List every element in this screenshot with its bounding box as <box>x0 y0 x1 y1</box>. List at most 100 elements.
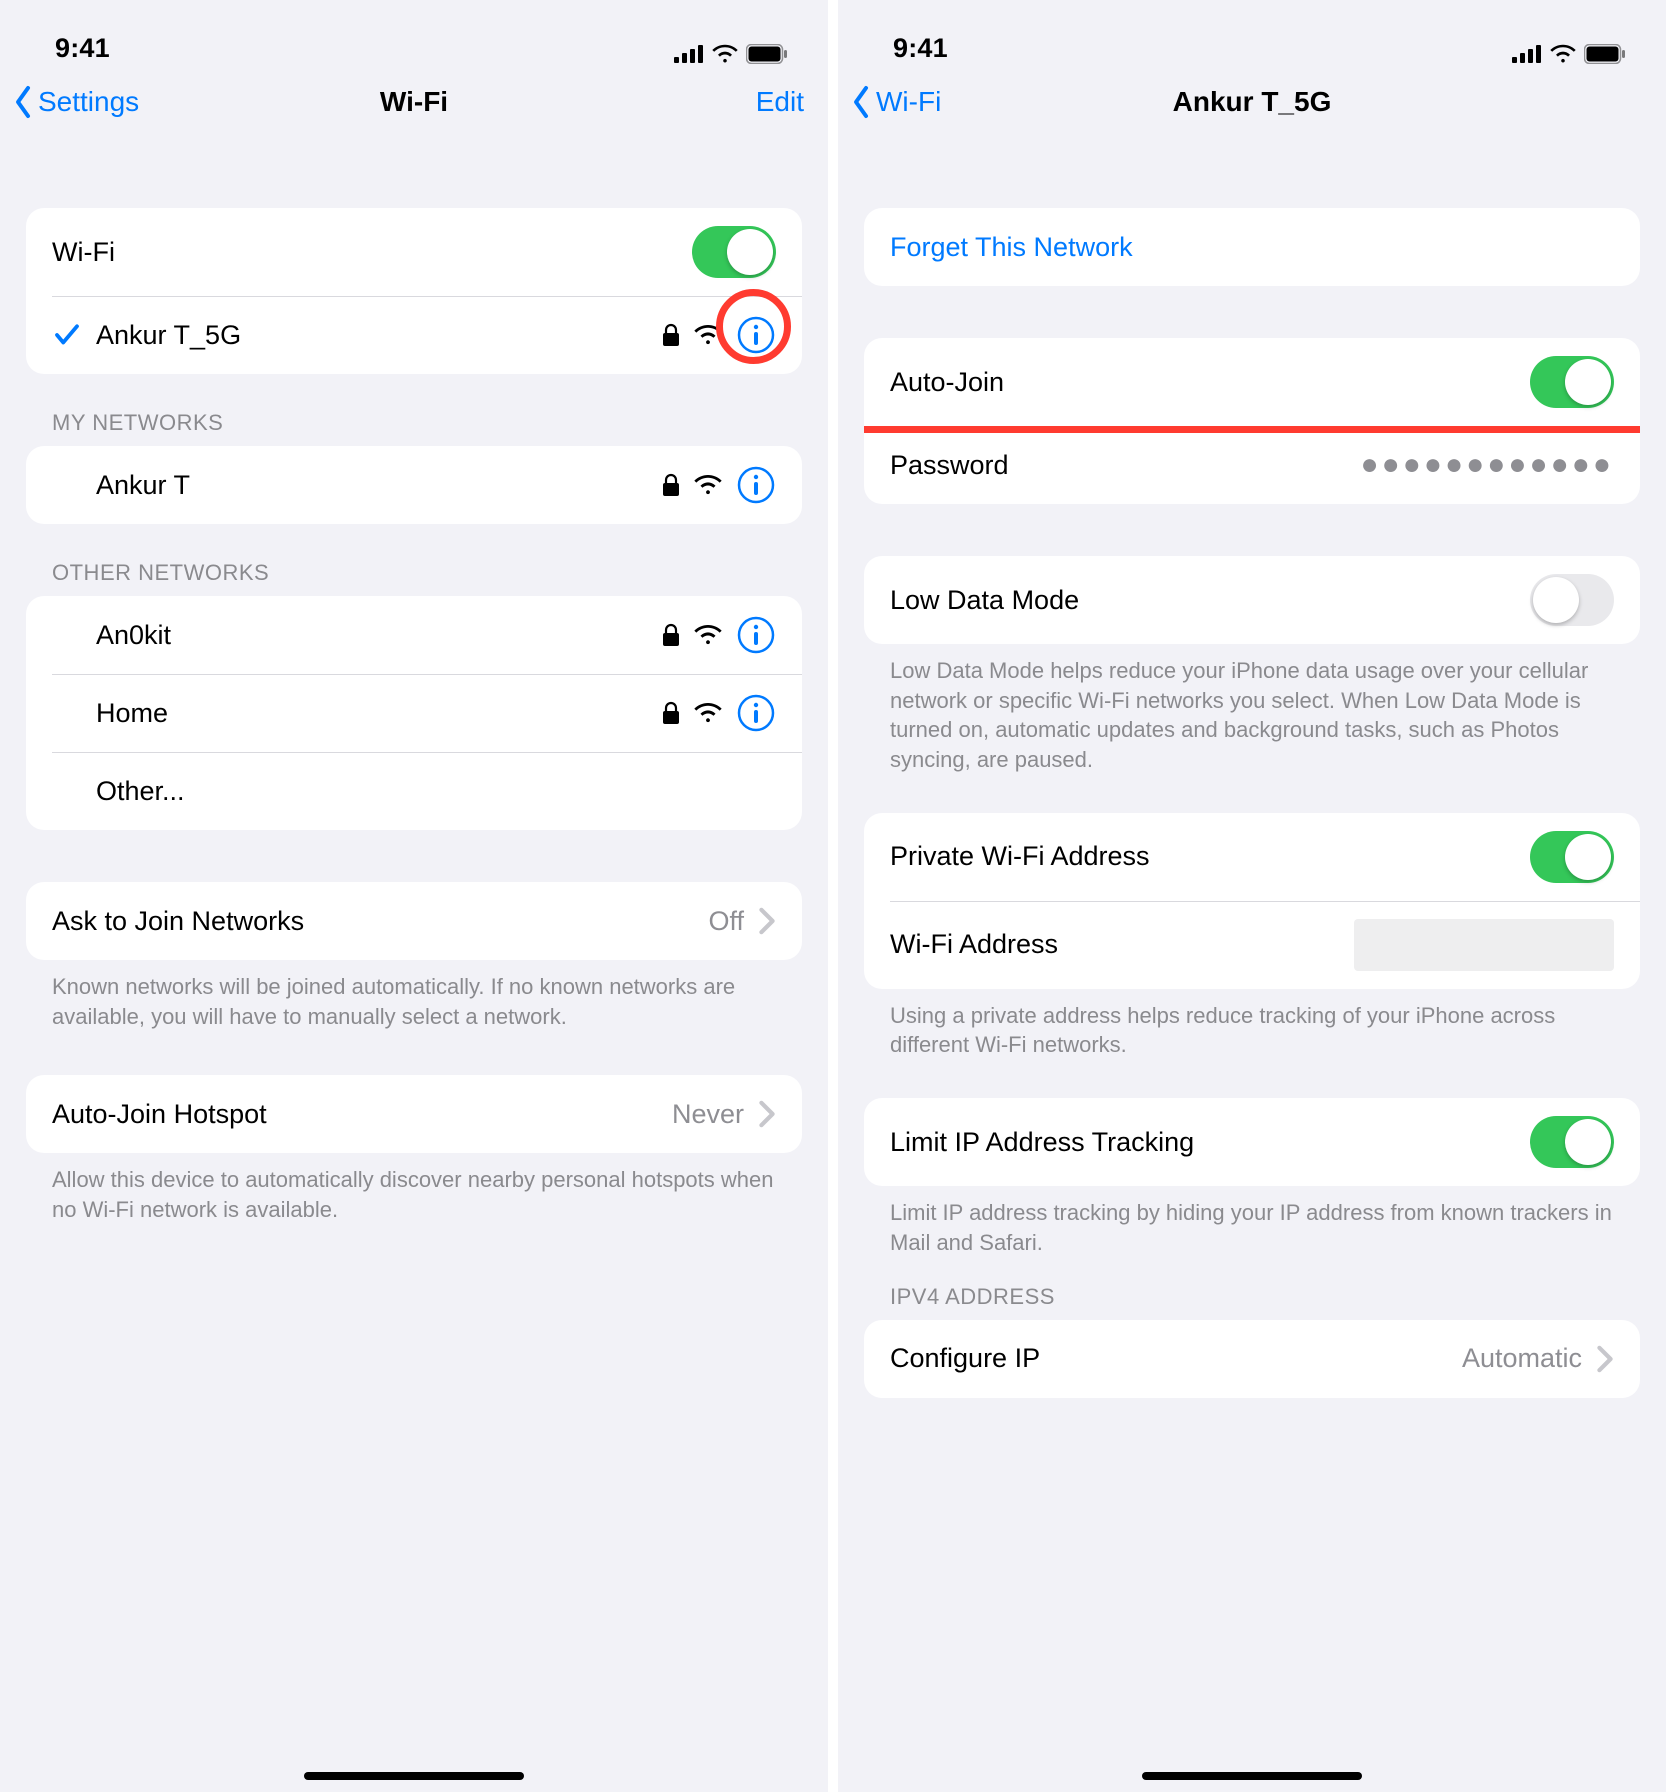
back-label: Settings <box>38 86 139 118</box>
wifi-signal-icon <box>694 324 722 346</box>
password-value: ●●●●●●●●●●●● <box>1361 448 1614 482</box>
wifi-address-value-hidden <box>1354 919 1614 971</box>
ask-join-row[interactable]: Ask to Join Networks Off <box>26 882 802 960</box>
chevron-left-icon <box>848 84 876 120</box>
chevron-right-icon <box>758 907 776 935</box>
limit-tracking-toggle[interactable] <box>1530 1116 1614 1168</box>
auto-join-hotspot-card: Auto-Join Hotspot Never <box>26 1075 802 1153</box>
limit-tracking-footer: Limit IP address tracking by hiding your… <box>864 1186 1640 1257</box>
limit-tracking-card: Limit IP Address Tracking <box>864 1098 1640 1186</box>
network-detail-screen: 9:41 Wi-Fi Ankur T_5G Forget This Networ… <box>838 0 1666 1792</box>
wifi-toggle[interactable] <box>692 226 776 278</box>
ipv4-header: IPV4 ADDRESS <box>864 1258 1640 1320</box>
info-icon[interactable] <box>736 315 776 355</box>
other-networks-card: An0kit Home <box>26 596 802 830</box>
network-row[interactable]: Home <box>26 674 802 752</box>
back-button[interactable]: Wi-Fi <box>848 84 941 120</box>
auto-join-hotspot-label: Auto-Join Hotspot <box>52 1099 672 1130</box>
lock-icon <box>662 623 680 647</box>
low-data-toggle[interactable] <box>1530 574 1614 626</box>
info-icon[interactable] <box>736 465 776 505</box>
status-indicators <box>674 44 788 64</box>
wifi-toggle-row[interactable]: Wi-Fi <box>26 208 802 296</box>
home-indicator[interactable] <box>304 1772 524 1780</box>
ask-join-label: Ask to Join Networks <box>52 906 708 937</box>
wifi-address-label: Wi-Fi Address <box>890 929 1354 960</box>
password-label: Password <box>890 450 1361 481</box>
configure-ip-label: Configure IP <box>890 1343 1462 1374</box>
configure-ip-value: Automatic <box>1462 1343 1582 1374</box>
auto-join-card: Auto-Join Password ●●●●●●●●●●●● <box>864 338 1640 504</box>
auto-join-label: Auto-Join <box>890 367 1530 398</box>
network-name: Ankur T <box>96 470 662 501</box>
password-row[interactable]: Password ●●●●●●●●●●●● <box>864 426 1640 504</box>
network-row[interactable]: An0kit <box>26 596 802 674</box>
forget-network-card: Forget This Network <box>864 208 1640 286</box>
back-button[interactable]: Settings <box>10 84 139 120</box>
private-address-row[interactable]: Private Wi-Fi Address <box>864 813 1640 901</box>
lock-icon <box>662 701 680 725</box>
configure-ip-row[interactable]: Configure IP Automatic <box>864 1320 1640 1398</box>
wifi-signal-icon <box>694 624 722 646</box>
limit-tracking-row[interactable]: Limit IP Address Tracking <box>864 1098 1640 1186</box>
auto-join-hotspot-row[interactable]: Auto-Join Hotspot Never <box>26 1075 802 1153</box>
chevron-right-icon <box>758 1100 776 1128</box>
low-data-label: Low Data Mode <box>890 585 1530 616</box>
auto-join-hotspot-footer: Allow this device to automatically disco… <box>26 1153 802 1224</box>
battery-icon <box>1584 44 1626 64</box>
home-indicator[interactable] <box>1142 1772 1362 1780</box>
connected-network-row[interactable]: Ankur T_5G <box>26 296 802 374</box>
wifi-icon <box>1550 44 1576 64</box>
nav-title: Ankur T_5G <box>838 86 1666 118</box>
status-bar: 9:41 <box>0 0 828 70</box>
ask-join-footer: Known networks will be joined automatica… <box>26 960 802 1031</box>
private-address-label: Private Wi-Fi Address <box>890 841 1530 872</box>
private-address-toggle[interactable] <box>1530 831 1614 883</box>
status-time: 9:41 <box>893 33 948 64</box>
forget-network-label: Forget This Network <box>890 232 1614 263</box>
auto-join-hotspot-value: Never <box>672 1099 744 1130</box>
other-network-row[interactable]: Other... <box>26 752 802 830</box>
battery-icon <box>746 44 788 64</box>
nav-bar: Settings Wi-Fi Edit <box>0 70 828 138</box>
ask-join-card: Ask to Join Networks Off <box>26 882 802 960</box>
network-row[interactable]: Ankur T <box>26 446 802 524</box>
info-icon[interactable] <box>736 693 776 733</box>
wifi-settings-screen: 9:41 Settings Wi-Fi Edit Wi-Fi <box>0 0 828 1792</box>
wifi-icon <box>712 44 738 64</box>
private-address-card: Private Wi-Fi Address Wi-Fi Address <box>864 813 1640 989</box>
auto-join-row[interactable]: Auto-Join <box>864 338 1640 426</box>
low-data-row[interactable]: Low Data Mode <box>864 556 1640 644</box>
wifi-signal-icon <box>694 702 722 724</box>
auto-join-toggle[interactable] <box>1530 356 1614 408</box>
my-networks-card: Ankur T <box>26 446 802 524</box>
network-name: An0kit <box>96 620 662 651</box>
other-networks-header: OTHER NETWORKS <box>26 524 802 596</box>
lock-icon <box>662 473 680 497</box>
chevron-left-icon <box>10 84 38 120</box>
lock-icon <box>662 323 680 347</box>
network-name: Ankur T_5G <box>96 320 662 351</box>
private-address-footer: Using a private address helps reduce tra… <box>864 989 1640 1060</box>
forget-network-row[interactable]: Forget This Network <box>864 208 1640 286</box>
low-data-card: Low Data Mode <box>864 556 1640 644</box>
wifi-label: Wi-Fi <box>52 237 692 268</box>
network-name: Home <box>96 698 662 729</box>
edit-button[interactable]: Edit <box>756 86 804 118</box>
wifi-signal-icon <box>694 474 722 496</box>
chevron-right-icon <box>1596 1345 1614 1373</box>
status-indicators <box>1512 44 1626 64</box>
cellular-icon <box>1512 45 1542 63</box>
wifi-address-row: Wi-Fi Address <box>864 901 1640 989</box>
wifi-master-card: Wi-Fi Ankur T_5G <box>26 208 802 374</box>
my-networks-header: MY NETWORKS <box>26 374 802 446</box>
ask-join-value: Off <box>708 906 744 937</box>
info-icon[interactable] <box>736 615 776 655</box>
nav-bar: Wi-Fi Ankur T_5G <box>838 70 1666 138</box>
back-label: Wi-Fi <box>876 86 941 118</box>
ipv4-card: Configure IP Automatic <box>864 1320 1640 1398</box>
status-time: 9:41 <box>55 33 110 64</box>
limit-tracking-label: Limit IP Address Tracking <box>890 1127 1530 1158</box>
low-data-footer: Low Data Mode helps reduce your iPhone d… <box>864 644 1640 775</box>
other-label: Other... <box>96 776 776 807</box>
